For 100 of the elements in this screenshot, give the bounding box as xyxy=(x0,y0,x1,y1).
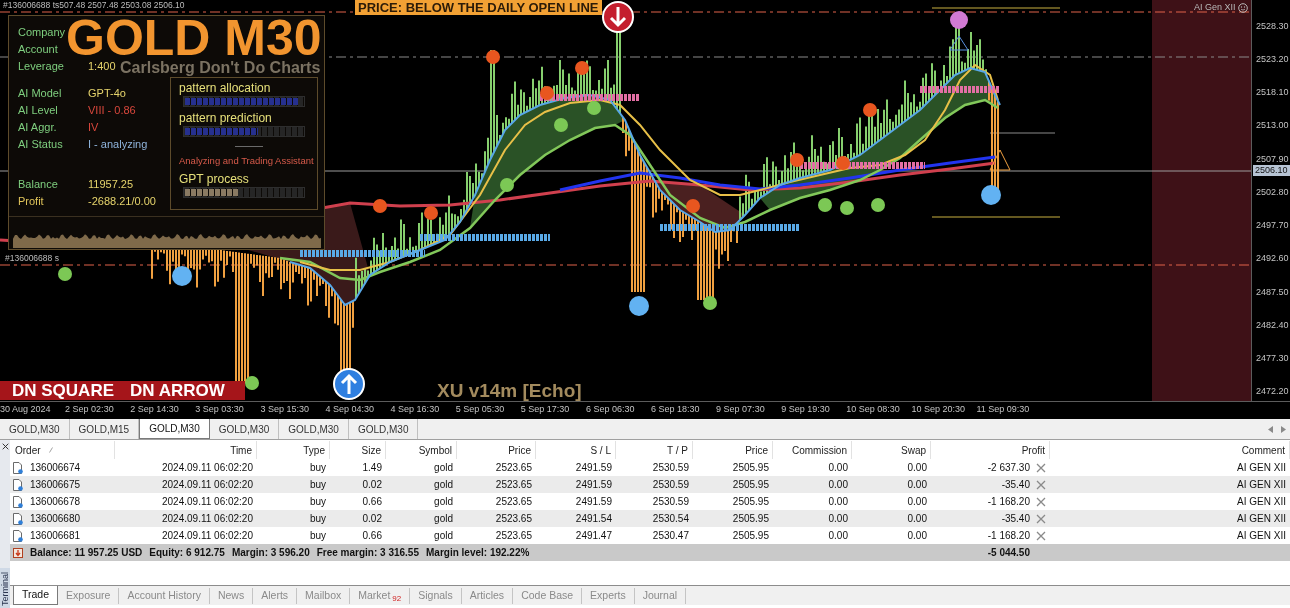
document-icon xyxy=(13,495,23,508)
table-cell-text: 0.00 xyxy=(907,461,927,475)
time-label: 4 Sep 16:30 xyxy=(390,404,440,415)
sort-icon xyxy=(48,447,53,453)
field-label: Company xyxy=(18,25,67,38)
message-count: 92 xyxy=(392,594,402,603)
price-label: 2472.20 xyxy=(1256,386,1289,398)
table-cell-text: 2505.95 xyxy=(732,529,769,543)
signal-dot-icon xyxy=(950,11,968,29)
table-cell-text: 136006680 xyxy=(30,512,81,526)
table-cell-text: 0.00 xyxy=(828,529,848,543)
table-row[interactable]: 136006675 2024.09.11 06:02:20 buy 0.02 gold 2523.65 2491.59 2530.59 2505.95 0.00 0.00 -35.40 AI GEN XII xyxy=(10,476,1290,493)
table-cell-text: buy xyxy=(309,478,326,492)
table-cell-text: gold xyxy=(434,478,453,492)
price-quote: 507.48 2507.48 2503.08 2506.10 xyxy=(59,0,185,11)
signal-text: DN ARROW xyxy=(130,382,225,399)
table-cell-text: buy xyxy=(309,461,326,475)
table-cell-text: 2505.95 xyxy=(732,478,769,492)
table-cell-text: -35.40 xyxy=(1001,478,1030,492)
field-label: AI Level xyxy=(18,103,59,116)
field-label: Profit xyxy=(18,194,45,207)
field-value: IV xyxy=(88,120,99,133)
field-label: AI Model xyxy=(18,86,63,99)
table-cell-text: 0.02 xyxy=(362,512,382,526)
account-summary-text: Balance: 11 957.25 USD xyxy=(30,546,143,560)
table-cell-text: 136006678 xyxy=(30,495,81,509)
table-cell-text: 2530.54 xyxy=(652,512,689,526)
table-cell-text: 0.00 xyxy=(907,478,927,492)
table-cell-text: 2491.54 xyxy=(575,512,612,526)
field-label: Leverage xyxy=(18,59,65,72)
table-cell-text: -1 168.20 xyxy=(987,495,1030,509)
signal-dot-icon xyxy=(981,185,1001,205)
price-label: 2518.10 xyxy=(1256,87,1289,98)
assistant-label: Analyzing and Trading Assistant xyxy=(179,155,315,167)
table-cell-text: 0.00 xyxy=(828,478,848,492)
table-cell-text: 2505.95 xyxy=(732,461,769,475)
meter-label: pattern prediction xyxy=(179,111,273,125)
table-cell-text: 0.66 xyxy=(362,495,382,509)
document-icon xyxy=(13,529,23,542)
price-label: 2477.30 xyxy=(1256,353,1289,364)
chart-tab[interactable]: GOLD,M30 xyxy=(139,419,210,439)
field-value: GPT-4o xyxy=(88,86,126,99)
time-label: 10 Sep 20:30 xyxy=(911,404,965,415)
price-label: 2492.60 xyxy=(1256,253,1289,265)
chart-subtitle: Carlsberg Don't Do Charts xyxy=(120,60,321,76)
field-label: AI Aggr. xyxy=(18,120,58,133)
time-label: 9 Sep 07:30 xyxy=(716,404,765,415)
triangle-marker-icon xyxy=(949,35,969,51)
arrow-box-icon xyxy=(13,547,23,558)
smiley-icon xyxy=(1237,2,1248,13)
triangle-marker-icon xyxy=(989,149,1011,171)
scroll-left-icon[interactable] xyxy=(1268,425,1273,433)
table-cell-text: AI GEN XII xyxy=(1237,461,1286,475)
table-cell-text: gold xyxy=(434,512,453,526)
time-label: 3 Sep 03:30 xyxy=(195,404,244,415)
table-cell-text: 2523.65 xyxy=(495,495,532,509)
price-label: 2487.50 xyxy=(1256,286,1289,298)
signal-dot-icon xyxy=(871,198,885,212)
table-cell-text: 2523.65 xyxy=(495,461,532,475)
signal-dot-icon xyxy=(629,296,649,316)
signal-dot-icon xyxy=(540,86,554,100)
table-cell-text: 0.00 xyxy=(907,512,927,526)
price-label: 2513.00 xyxy=(1256,120,1289,132)
signal-dot-icon xyxy=(790,153,804,167)
signal-dot-icon xyxy=(703,296,717,310)
table-cell-text: 2505.95 xyxy=(732,512,769,526)
meter-label: pattern allocation xyxy=(179,81,272,95)
table-cell-text: AI GEN XII xyxy=(1237,495,1286,509)
meter-label: GPT process xyxy=(179,172,250,186)
signal-dot-icon xyxy=(686,199,700,213)
order-line-label: #136006688 s xyxy=(5,253,59,264)
order-label: #136006688 ts xyxy=(3,0,60,11)
table-cell-text: gold xyxy=(434,461,453,475)
table-cell-text: 1.49 xyxy=(362,461,382,475)
table-cell-text: -2 637.30 xyxy=(987,461,1030,475)
close-icon[interactable] xyxy=(1,443,9,450)
price-label: 2528.30 xyxy=(1256,20,1289,32)
signal-text: DN SQUARE xyxy=(12,382,114,399)
table-cell-text: 2530.59 xyxy=(652,461,689,475)
signal-dot-icon xyxy=(836,156,850,170)
terminal-tab[interactable]: Trade xyxy=(13,586,59,605)
field-value: 11957.25 xyxy=(88,177,134,190)
signal-dot-icon xyxy=(172,266,192,286)
price-status-label: PRICE: BELOW THE DAILY OPEN LINE xyxy=(355,0,602,15)
table-row[interactable]: 136006680 2024.09.11 06:02:20 buy 0.02 gold 2523.65 2491.54 2530.54 2505.95 0.00 0.00 -35.40 AI GEN XII xyxy=(10,510,1290,527)
table-cell-text: 2024.09.11 06:02:20 xyxy=(162,512,253,526)
field-label: Balance xyxy=(18,177,59,190)
table-cell-text: AI GEN XII xyxy=(1237,478,1286,492)
table-cell-text: AI GEN XII xyxy=(1237,529,1286,543)
table-cell-text: 2530.59 xyxy=(652,478,689,492)
indicator-label: AI Gen XII xyxy=(1194,2,1236,13)
table-cell-text: 2491.59 xyxy=(575,495,612,509)
table-cell-text: 2024.09.11 06:02:20 xyxy=(162,529,253,543)
time-label: 9 Sep 19:30 xyxy=(781,404,830,415)
signal-dot-icon xyxy=(863,103,877,117)
table-cell-text: 2024.09.11 06:02:20 xyxy=(162,461,253,475)
time-label: 6 Sep 06:30 xyxy=(585,404,635,415)
scroll-right-icon[interactable] xyxy=(1281,425,1286,433)
version-label: XU v14m [Echo] xyxy=(437,381,582,400)
table-cell-text: 2491.59 xyxy=(575,461,612,475)
